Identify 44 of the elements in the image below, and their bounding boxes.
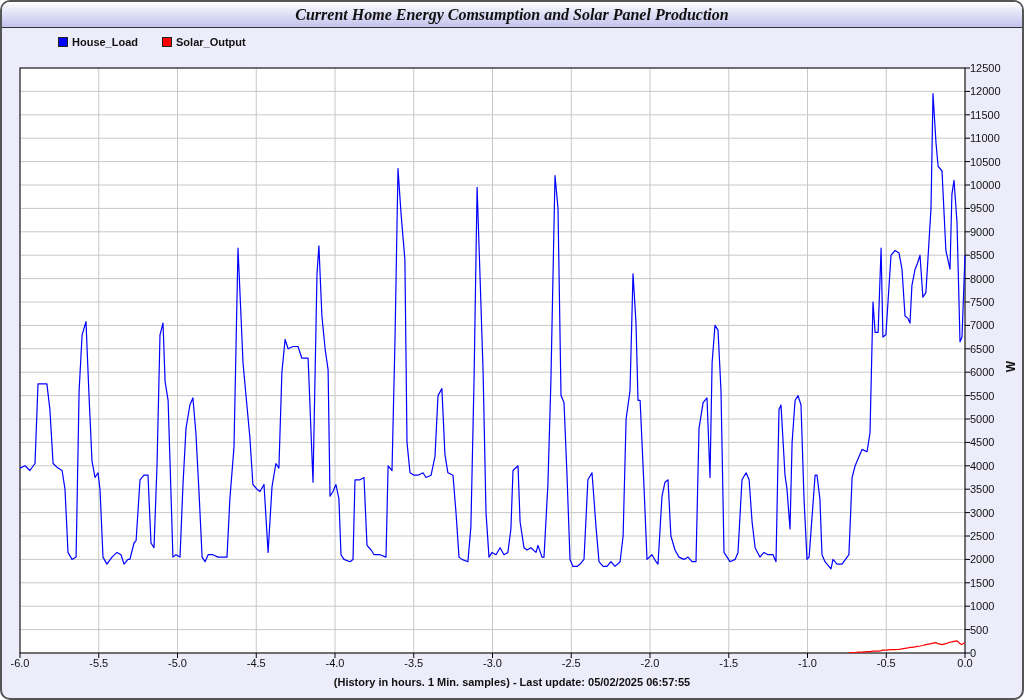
axis-tick-label: -0.5 <box>876 657 896 669</box>
axis-tick-label: 3000 <box>970 506 995 519</box>
axis-tick-label: 1000 <box>970 600 995 613</box>
legend-label: House_Load <box>72 36 138 48</box>
axis-tick-label: -1.5 <box>719 657 739 669</box>
axis-tick-label: 7000 <box>970 319 995 332</box>
axis-tick-label: 4000 <box>970 459 995 472</box>
axis-tick-label: 2000 <box>970 553 995 566</box>
axis-tick-label: -4.5 <box>246 657 266 669</box>
axis-tick-label: 500 <box>970 623 989 636</box>
axis-tick-label: 6000 <box>970 366 995 379</box>
axis-tick-label: -2.5 <box>561 657 581 669</box>
axis-tick-label: -5.5 <box>89 657 109 669</box>
axis-tick-label: 1500 <box>970 576 995 589</box>
axis-tick-label: -5.0 <box>168 657 187 669</box>
axis-tick-label: 3500 <box>970 483 995 496</box>
axis-tick-label: 4500 <box>970 436 995 449</box>
axis-tick-label: 12500 <box>970 62 1001 74</box>
axis-tick-label: -1.0 <box>798 657 817 669</box>
axis-tick-label: 5000 <box>970 413 995 425</box>
axis-tick-label: 8500 <box>970 249 995 262</box>
axis-tick-label: 2500 <box>970 530 995 542</box>
axis-tick-label: 6500 <box>970 342 995 355</box>
x-axis-caption: (History in hours. 1 Min. samples) - Last update: 05/02/2025 06:57:55 <box>333 676 691 688</box>
axis-tick-label: 9500 <box>970 202 995 215</box>
axis-tick-label: 12000 <box>970 85 1001 98</box>
axis-tick-label: -3.0 <box>483 657 502 669</box>
y-axis-title: W <box>1004 360 1018 373</box>
axis-tick-label: 10000 <box>970 179 1001 191</box>
axis-tick-label: -4.0 <box>325 657 345 669</box>
axis-tick-label: 5500 <box>970 389 995 402</box>
axis-tick-label: 11000 <box>970 132 1000 145</box>
legend-label: Solar_Output <box>176 36 246 48</box>
axis-tick-label: 11500 <box>970 108 1000 121</box>
axis-tick-label: 7500 <box>970 296 995 308</box>
chart-title: Current Home Energy Comsumption and Solar Panel Production <box>295 5 729 24</box>
axis-tick-label: -6.0 <box>10 657 30 669</box>
axis-tick-label: 0.0 <box>957 657 973 669</box>
axis-tick-label: 10500 <box>970 155 1001 168</box>
axis-tick-label: -3.5 <box>404 657 424 669</box>
axis-tick-label: 8000 <box>970 272 995 285</box>
axis-tick-label: 0 <box>970 647 977 659</box>
axis-tick-label: -2.0 <box>640 657 660 669</box>
axis-tick-label: 9000 <box>970 225 995 238</box>
